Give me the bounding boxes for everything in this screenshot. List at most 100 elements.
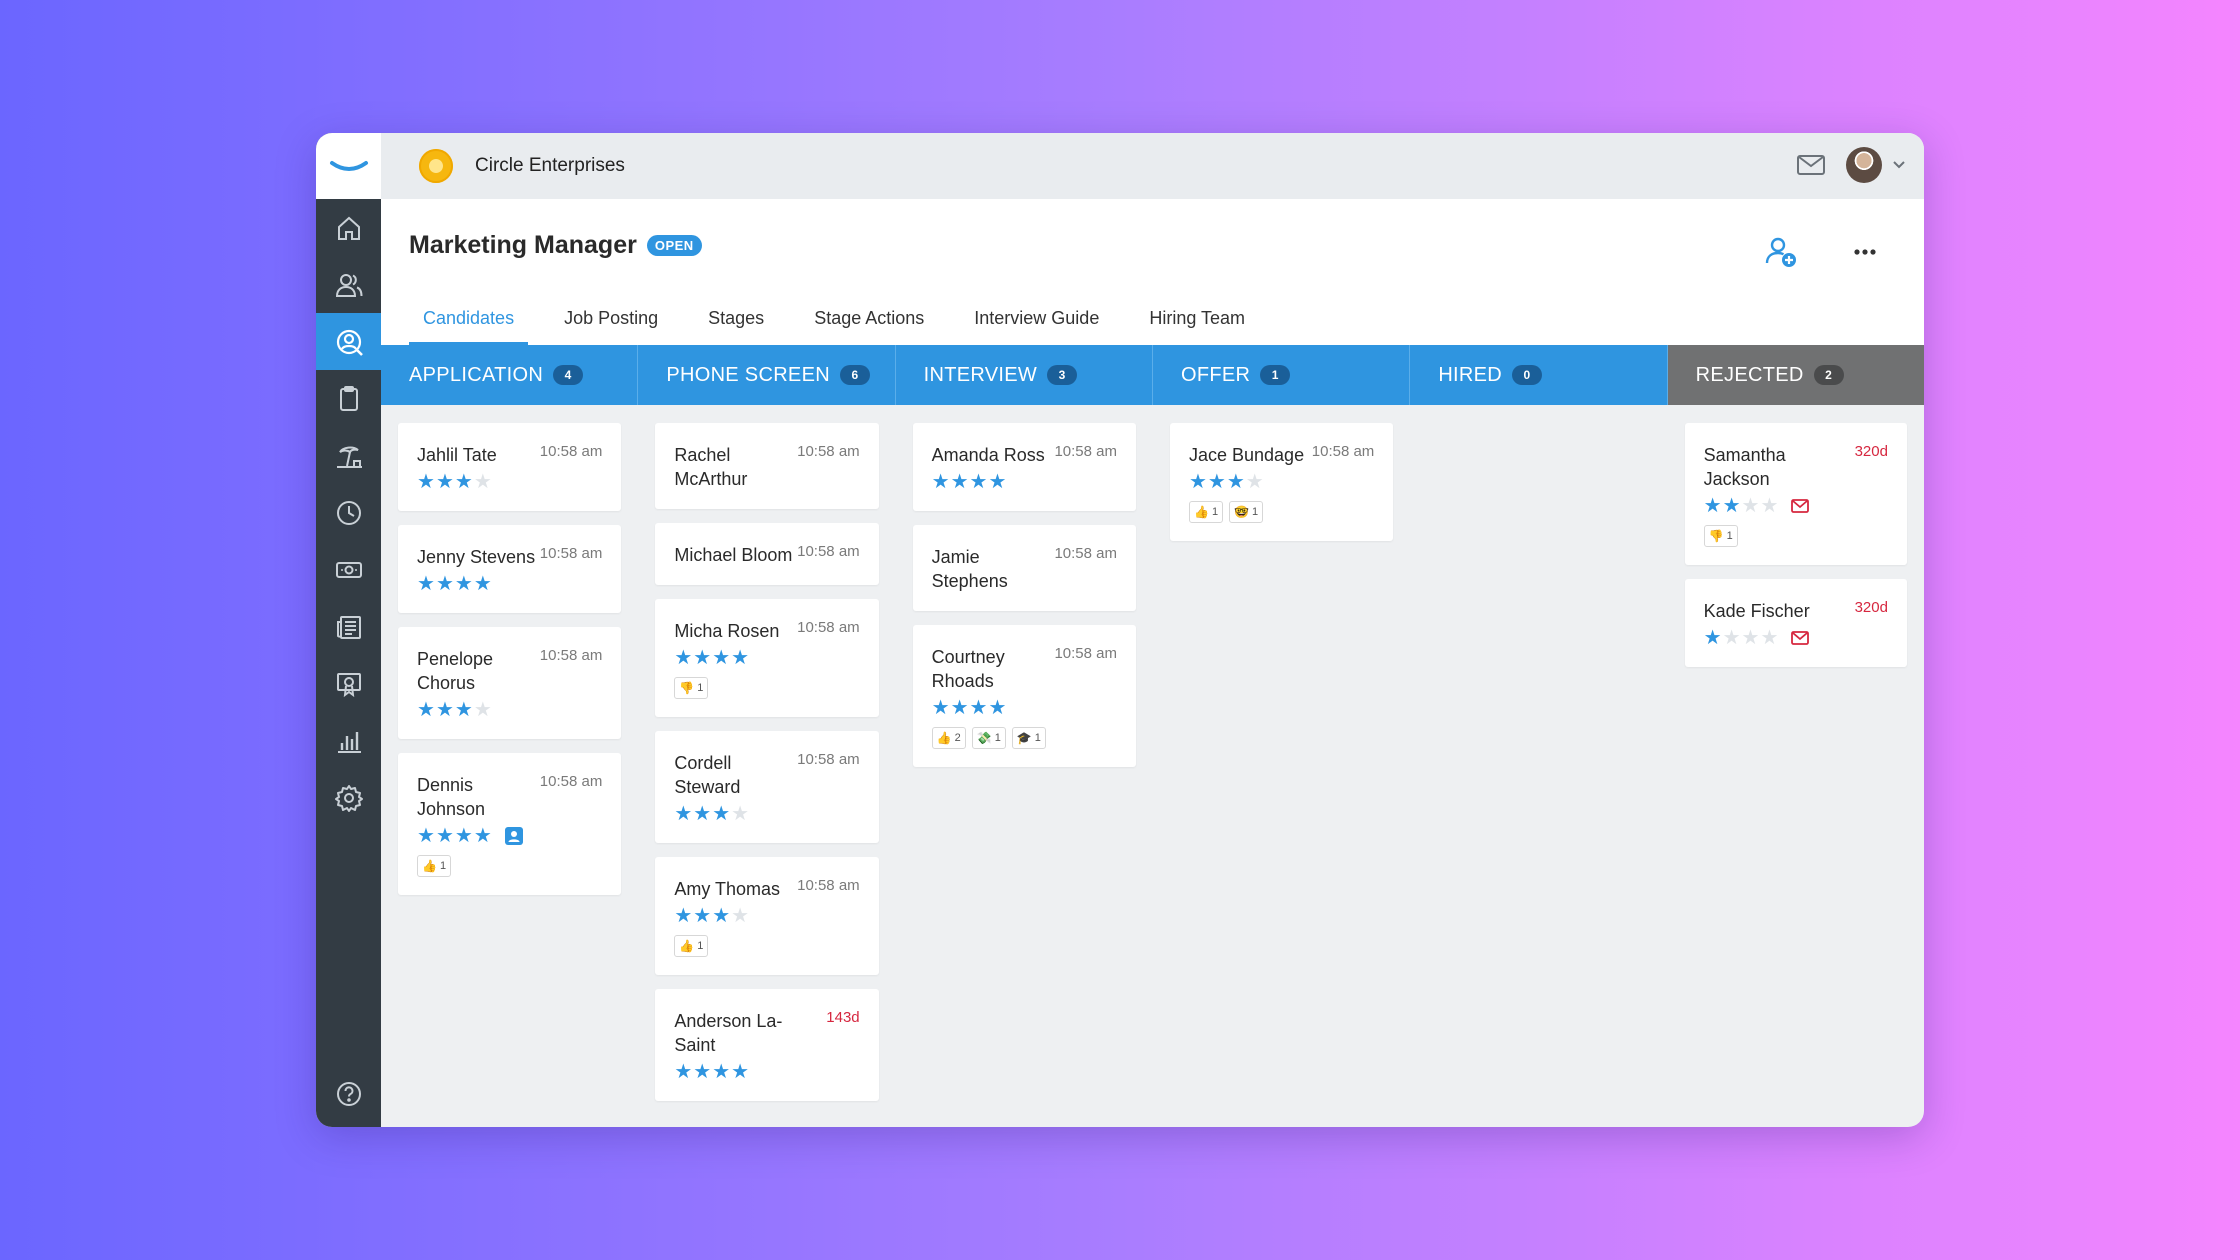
app-logo[interactable] — [316, 133, 381, 199]
tab-bar: Candidates Job Posting Stages Stage Actions… — [409, 308, 1295, 345]
reaction-emoji: 💸 — [976, 731, 992, 745]
candidate-card[interactable]: Dennis Johnson 10:58 am ★ ★ ★ ★ 👍 1 — [398, 753, 622, 895]
sidebar-item-news[interactable] — [316, 598, 381, 655]
candidate-card[interactable]: Penelope Chorus 10:58 am ★ ★ ★ ★ — [398, 627, 622, 739]
sidebar-item-clipboard[interactable] — [316, 370, 381, 427]
star-rating[interactable]: ★ ★ ★ ★ — [1704, 627, 1889, 649]
more-options-icon[interactable] — [1854, 249, 1876, 255]
sidebar-item-vacation[interactable] — [316, 427, 381, 484]
star-icon: ★ — [674, 803, 693, 825]
candidate-timestamp: 10:58 am — [539, 443, 603, 460]
candidate-card[interactable]: Amanda Ross 10:58 am ★ ★ ★ ★ — [912, 423, 1136, 511]
candidate-name: Dennis Johnson — [417, 775, 486, 819]
reaction-count: 1 — [1726, 530, 1733, 542]
job-header: Marketing Manager OPEN Candidates Job Pos… — [381, 199, 1924, 345]
star-icon: ★ — [417, 573, 435, 595]
stage-header[interactable]: PHONE SCREEN 6 — [638, 345, 896, 405]
star-rating[interactable]: ★ ★ ★ ★ — [674, 803, 860, 825]
candidate-card[interactable]: Jenny Stevens 10:58 am ★ ★ ★ ★ — [398, 525, 622, 613]
add-person-icon[interactable] — [1764, 235, 1798, 269]
mail-icon[interactable] — [1796, 153, 1826, 177]
reaction-emoji: 👎 — [1708, 529, 1724, 543]
reports-icon — [337, 731, 361, 753]
mail-icon[interactable] — [1791, 631, 1810, 645]
star-rating[interactable]: ★ ★ ★ ★ — [417, 825, 603, 847]
reaction-badge[interactable]: 👍 1 — [1188, 501, 1224, 523]
profile-icon[interactable] — [504, 827, 523, 845]
sidebar-item-people[interactable] — [316, 256, 381, 313]
tab-stage-actions[interactable]: Stage Actions — [814, 308, 924, 345]
reaction-count: 1 — [697, 940, 704, 952]
smile-logo-icon — [329, 161, 368, 171]
candidate-name: Jahlil Tate — [417, 445, 497, 465]
candidate-card[interactable]: Rachel McArthur 10:58 am — [655, 423, 879, 509]
star-icon: ★ — [712, 905, 731, 927]
candidate-card[interactable]: Jamie Stephens 10:58 am — [912, 525, 1136, 611]
reaction-list: 👍 1 🤓 1 — [1188, 501, 1375, 523]
candidate-card[interactable]: Anderson La-Saint 143d ★ ★ ★ ★ — [655, 989, 879, 1101]
candidate-card[interactable]: Samantha Jackson 320d ★ ★ ★ ★ 👎 1 — [1684, 423, 1907, 565]
candidate-card[interactable]: Jace Bundage 10:58 am ★ ★ ★ ★ 👍 1 🤓 1 — [1169, 423, 1394, 541]
candidate-card[interactable]: Jahlil Tate 10:58 am ★ ★ ★ ★ — [398, 423, 622, 511]
stage-label: REJECTED — [1695, 363, 1804, 386]
star-rating[interactable]: ★ ★ ★ ★ — [674, 905, 860, 927]
candidate-name: Amy Thomas — [674, 879, 781, 899]
sidebar-item-home[interactable] — [316, 199, 381, 256]
star-rating[interactable]: ★ ★ ★ ★ — [417, 471, 603, 493]
tab-job-posting[interactable]: Job Posting — [564, 308, 658, 345]
sidebar-item-settings[interactable] — [316, 769, 381, 826]
top-bar: Circle Enterprises — [381, 133, 1924, 199]
star-icon: ★ — [693, 1061, 712, 1083]
star-rating[interactable]: ★ ★ ★ ★ — [932, 471, 1118, 493]
company-name[interactable]: Circle Enterprises — [475, 155, 625, 177]
stage-header[interactable]: INTERVIEW 3 — [895, 345, 1153, 405]
tab-candidates[interactable]: Candidates — [409, 308, 529, 345]
sidebar-item-money[interactable] — [316, 541, 381, 598]
star-rating[interactable]: ★ ★ ★ ★ — [674, 1061, 860, 1083]
stage-label: INTERVIEW — [923, 363, 1038, 386]
star-rating[interactable]: ★ ★ ★ ★ — [674, 647, 860, 669]
candidate-card[interactable]: Amy Thomas 10:58 am ★ ★ ★ ★ 👍 1 — [655, 857, 879, 975]
stage-header[interactable]: OFFER 1 — [1152, 345, 1411, 405]
star-rating[interactable]: ★ ★ ★ ★ — [932, 697, 1118, 719]
star-rating[interactable]: ★ ★ ★ ★ — [1189, 471, 1375, 493]
tab-stages[interactable]: Stages — [708, 308, 764, 345]
star-rating[interactable]: ★ ★ ★ ★ — [1704, 495, 1889, 517]
star-rating[interactable]: ★ ★ ★ ★ — [417, 699, 603, 721]
reaction-badge[interactable]: 👍 2 — [931, 727, 966, 749]
stage-header[interactable]: HIRED 0 — [1410, 345, 1668, 405]
candidate-card[interactable]: Cordell Steward 10:58 am ★ ★ ★ ★ — [655, 731, 879, 843]
candidate-card[interactable]: Kade Fischer 320d ★ ★ ★ ★ — [1684, 579, 1907, 667]
reaction-badge[interactable]: 👎 1 — [674, 677, 709, 699]
sidebar-item-training[interactable] — [316, 655, 381, 712]
tab-interview-guide[interactable]: Interview Guide — [974, 308, 1099, 345]
sidebar-item-clock[interactable] — [316, 484, 381, 541]
reaction-badge[interactable]: 👍 1 — [674, 935, 709, 957]
candidate-card[interactable]: Micha Rosen 10:58 am ★ ★ ★ ★ 👎 1 — [655, 599, 879, 717]
star-rating[interactable]: ★ ★ ★ ★ — [417, 573, 603, 595]
sidebar-item-candidate-search[interactable] — [316, 313, 381, 370]
reaction-badge[interactable]: 🤓 1 — [1229, 501, 1264, 523]
stage-header[interactable]: APPLICATION 4 — [381, 345, 639, 405]
star-icon: ★ — [674, 905, 693, 927]
tab-hiring-team[interactable]: Hiring Team — [1149, 308, 1245, 345]
reaction-badge[interactable]: 💸 1 — [971, 727, 1006, 749]
reaction-badge[interactable]: 🎓 1 — [1011, 727, 1046, 749]
reaction-badge[interactable]: 👍 1 — [417, 855, 452, 877]
star-icon: ★ — [988, 471, 1007, 493]
sidebar-item-reports[interactable] — [316, 712, 381, 769]
stage-header[interactable]: REJECTED 2 — [1667, 345, 1924, 405]
reaction-badge[interactable]: 👎 1 — [1703, 525, 1738, 547]
help-icon[interactable] — [316, 1069, 381, 1119]
candidate-card[interactable]: Michael Bloom 10:58 am — [655, 523, 879, 585]
star-icon: ★ — [473, 573, 492, 595]
mail-icon[interactable] — [1791, 499, 1810, 513]
reaction-count: 1 — [1034, 732, 1041, 744]
candidate-card[interactable]: Courtney Rhoads 10:58 am ★ ★ ★ ★ 👍 2 💸 1 🎓 1 — [912, 625, 1136, 767]
user-menu[interactable] — [1846, 147, 1906, 183]
star-icon: ★ — [454, 573, 473, 595]
candidate-name: Micha Rosen — [674, 621, 780, 641]
sidebar — [316, 133, 381, 1127]
reaction-emoji: 🎓 — [1016, 731, 1032, 745]
star-icon: ★ — [473, 471, 492, 493]
